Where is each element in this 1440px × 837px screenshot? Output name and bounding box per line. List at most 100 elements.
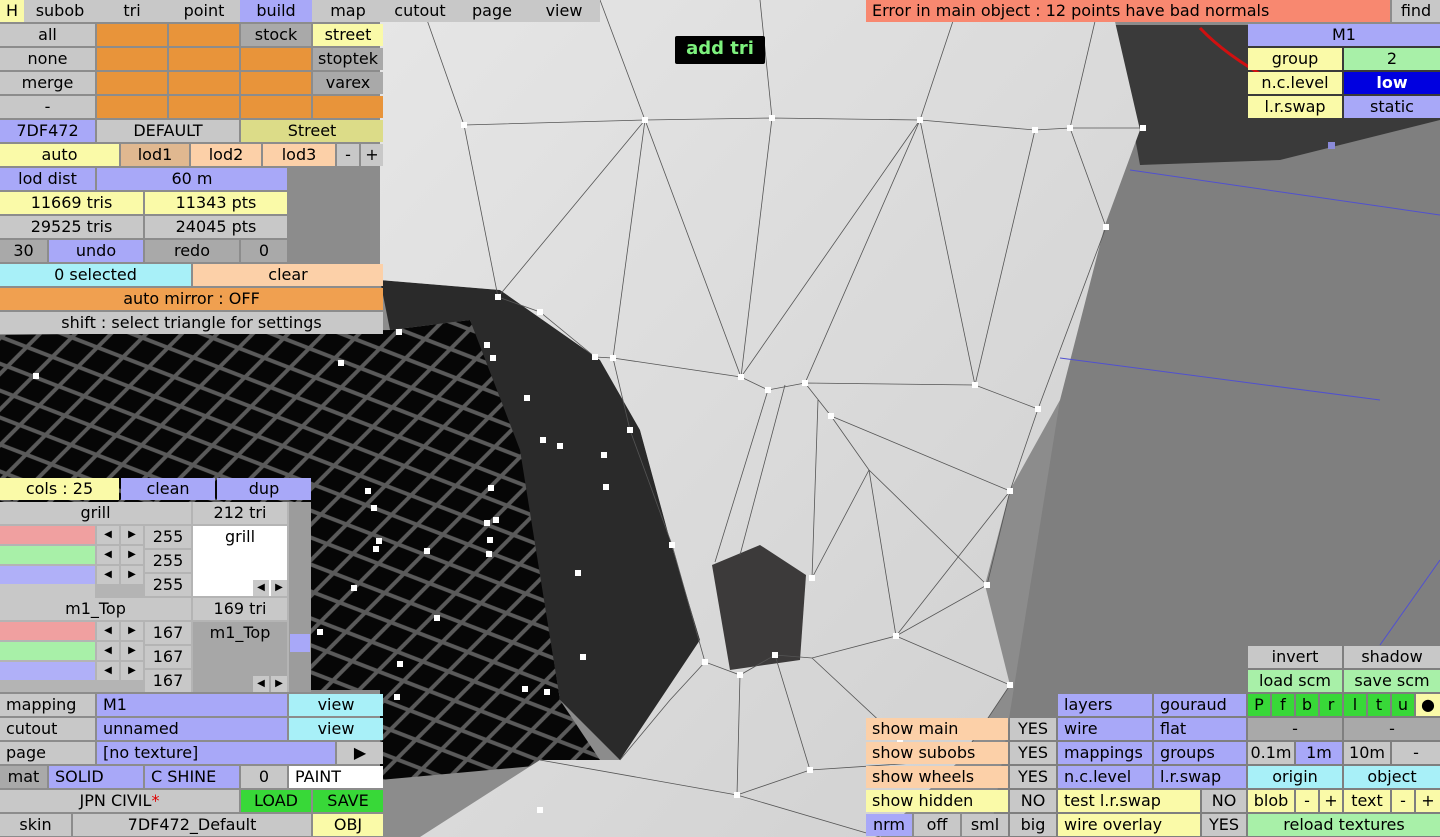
show-subobs-value[interactable]: YES xyxy=(1010,742,1056,764)
blob-plus-button[interactable]: + xyxy=(1320,790,1342,812)
arrow-right-icon[interactable]: ▶ xyxy=(271,580,287,596)
skin-value[interactable]: 7DF472_Default xyxy=(73,814,311,836)
flat-button[interactable]: flat xyxy=(1154,718,1246,740)
scale-0-1m[interactable]: 0.1m xyxy=(1248,742,1294,764)
arrow-left-icon[interactable]: ◀ xyxy=(97,622,119,640)
load-button[interactable]: LOAD xyxy=(241,790,311,812)
green-slider[interactable] xyxy=(0,546,95,564)
filter-street[interactable]: street xyxy=(313,24,383,46)
mappings-button[interactable]: mappings xyxy=(1058,742,1152,764)
material-m1-top[interactable]: m1_Top xyxy=(0,598,191,620)
view-top[interactable]: t xyxy=(1368,694,1390,716)
wire-overlay-label[interactable]: wire overlay xyxy=(1058,814,1200,836)
red-slider[interactable] xyxy=(0,526,95,544)
view-mode-off[interactable]: off xyxy=(914,814,960,836)
lod-minus-button[interactable]: - xyxy=(337,144,359,166)
arrow-right-icon[interactable]: ▶ xyxy=(271,676,287,692)
layer-slot[interactable] xyxy=(97,72,167,94)
layer-slot[interactable] xyxy=(313,96,383,118)
show-main-value[interactable]: YES xyxy=(1010,718,1056,740)
nc-level-button[interactable]: n.c.level xyxy=(1058,766,1152,788)
arrow-right-icon[interactable]: ▶ xyxy=(121,526,143,544)
blue-slider[interactable] xyxy=(0,662,95,680)
car-preset[interactable]: DEFAULT xyxy=(97,120,239,142)
reload-textures-button[interactable]: reload textures xyxy=(1248,814,1440,836)
text-minus-button[interactable]: - xyxy=(1392,790,1414,812)
wire-overlay-value[interactable]: YES xyxy=(1202,814,1246,836)
lod3-button[interactable]: lod3 xyxy=(263,144,335,166)
layer-slot[interactable] xyxy=(169,72,239,94)
select-none-button[interactable]: none xyxy=(0,48,95,70)
show-subobs-label[interactable]: show subobs xyxy=(866,742,1008,764)
arrow-left-icon[interactable]: ◀ xyxy=(97,662,119,680)
show-wheels-value[interactable]: YES xyxy=(1010,766,1056,788)
nc-level-value[interactable]: low xyxy=(1344,72,1440,94)
view-back[interactable]: b xyxy=(1296,694,1318,716)
material-grill[interactable]: grill xyxy=(0,502,191,524)
scrollbar-thumb[interactable] xyxy=(290,634,310,652)
blue-slider[interactable] xyxy=(0,566,95,584)
show-wheels-label[interactable]: show wheels xyxy=(866,766,1008,788)
clean-button[interactable]: clean xyxy=(121,478,215,500)
lod1-button[interactable]: lod1 xyxy=(121,144,189,166)
origin-button[interactable]: origin xyxy=(1248,766,1342,788)
arrow-left-icon[interactable]: ◀ xyxy=(253,580,269,596)
lod-auto-button[interactable]: auto xyxy=(0,144,119,166)
mapping-name[interactable]: M1 xyxy=(1248,24,1440,46)
menu-tri[interactable]: tri xyxy=(96,0,168,22)
green-value[interactable]: 255 xyxy=(145,550,191,572)
layer-slot[interactable] xyxy=(241,96,311,118)
blob-minus-button[interactable]: - xyxy=(1296,790,1318,812)
clear-button[interactable]: clear xyxy=(193,264,383,286)
play-icon[interactable]: ▶ xyxy=(337,742,383,764)
menu-map[interactable]: map xyxy=(312,0,384,22)
layer-slot[interactable] xyxy=(97,96,167,118)
arrow-right-icon[interactable]: ▶ xyxy=(121,662,143,680)
menu-view[interactable]: view xyxy=(528,0,600,22)
obj-button[interactable]: OBJ xyxy=(313,814,383,836)
select-all-button[interactable]: all xyxy=(0,24,95,46)
green-value[interactable]: 167 xyxy=(145,646,191,668)
menu-page[interactable]: page xyxy=(456,0,528,22)
scale-dash[interactable]: - xyxy=(1392,742,1440,764)
blue-value[interactable]: 255 xyxy=(145,574,191,596)
page-value[interactable]: [no texture] xyxy=(97,742,335,764)
group-value[interactable]: 2 xyxy=(1344,48,1440,70)
filter-varex[interactable]: varex xyxy=(313,72,383,94)
view-mode-big[interactable]: big xyxy=(1010,814,1056,836)
menu-cutout[interactable]: cutout xyxy=(384,0,456,22)
dot-icon[interactable]: ● xyxy=(1416,694,1440,716)
groups-button[interactable]: groups xyxy=(1154,742,1246,764)
show-main-label[interactable]: show main xyxy=(866,718,1008,740)
layer-slot[interactable] xyxy=(97,24,167,46)
menu-subob[interactable]: subob xyxy=(24,0,96,22)
solid-button[interactable]: SOLID xyxy=(49,766,143,788)
green-slider[interactable] xyxy=(0,642,95,660)
cutout-view-button[interactable]: view xyxy=(289,718,383,740)
blue-value[interactable]: 167 xyxy=(145,670,191,692)
view-mode-nrm[interactable]: nrm xyxy=(866,814,912,836)
layer-slot[interactable] xyxy=(169,48,239,70)
lr-swap-value[interactable]: static xyxy=(1344,96,1440,118)
scale-10m[interactable]: 10m xyxy=(1344,742,1390,764)
red-slider[interactable] xyxy=(0,622,95,640)
layers-button[interactable]: layers xyxy=(1058,694,1152,716)
dash-button[interactable]: - xyxy=(1248,718,1342,740)
undo-button[interactable]: undo xyxy=(49,240,143,262)
save-scm-button[interactable]: save scm xyxy=(1344,670,1440,692)
scrollbar-track[interactable] xyxy=(289,502,311,692)
merge-button[interactable]: merge xyxy=(0,72,95,94)
red-value[interactable]: 255 xyxy=(145,526,191,548)
red-value[interactable]: 167 xyxy=(145,622,191,644)
dash-button[interactable]: - xyxy=(0,96,95,118)
save-button[interactable]: SAVE xyxy=(313,790,383,812)
view-under[interactable]: u xyxy=(1392,694,1414,716)
layer-slot[interactable] xyxy=(97,48,167,70)
layer-slot[interactable] xyxy=(169,24,239,46)
mapping-value[interactable]: M1 xyxy=(97,694,287,716)
layer-slot[interactable] xyxy=(169,96,239,118)
filter-stoptek[interactable]: stoptek xyxy=(313,48,383,70)
shadow-button[interactable]: shadow xyxy=(1344,646,1440,668)
object-button[interactable]: object xyxy=(1344,766,1440,788)
test-lr-swap-label[interactable]: test l.r.swap xyxy=(1058,790,1200,812)
